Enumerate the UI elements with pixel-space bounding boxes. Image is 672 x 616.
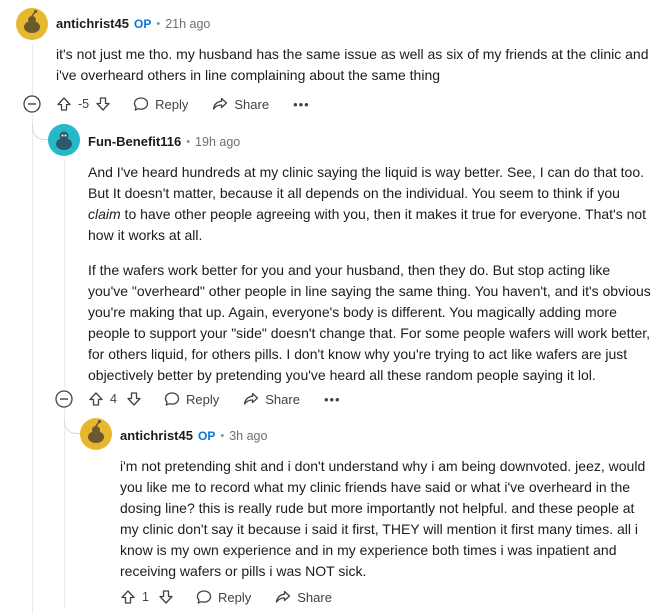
arrow-down-icon[interactable] <box>158 589 174 605</box>
share-button[interactable]: Share <box>243 391 300 407</box>
comment-paragraph: i'm not pretending shit and i don't unde… <box>120 458 646 579</box>
arrow-down-icon[interactable] <box>126 391 142 407</box>
arrow-up-icon[interactable] <box>120 589 136 605</box>
collapse-minus-icon[interactable] <box>55 390 73 408</box>
op-badge: OP <box>197 428 216 443</box>
comment-author[interactable]: antichrist45 <box>56 16 129 31</box>
share-arrow-icon <box>243 391 259 407</box>
separator-dot: • <box>186 135 191 148</box>
speech-bubble-icon <box>133 96 149 112</box>
comment-body: i'm not pretending shit and i don't unde… <box>120 456 654 582</box>
avatar[interactable] <box>48 124 80 156</box>
arrow-up-icon[interactable] <box>88 391 104 407</box>
vote-controls: -5 <box>56 96 111 112</box>
arrow-down-icon[interactable] <box>95 96 111 112</box>
vote-controls: 4 <box>88 391 142 407</box>
share-label: Share <box>297 589 332 605</box>
comment-time[interactable]: 21h ago <box>165 17 210 31</box>
vote-score: -5 <box>78 97 90 111</box>
thread-connector <box>64 418 80 434</box>
comment-paragraph: And I've heard hundreds at my clinic say… <box>88 164 647 243</box>
avatar[interactable] <box>16 8 48 40</box>
comment-author[interactable]: Fun-Benefit116 <box>88 134 181 149</box>
comment-actions: 1 Reply Share <box>120 589 356 605</box>
separator-dot: • <box>156 17 161 30</box>
collapse-minus-icon[interactable] <box>23 95 41 113</box>
vote-score: 4 <box>110 392 117 406</box>
vote-controls: 1 <box>120 589 174 605</box>
share-label: Share <box>265 391 300 407</box>
share-button[interactable]: Share <box>275 589 332 605</box>
reply-button[interactable]: Reply <box>196 589 251 605</box>
arrow-up-icon[interactable] <box>56 96 72 112</box>
thread-connector <box>32 124 48 140</box>
separator-dot: • <box>220 429 225 442</box>
ellipsis-icon[interactable]: ••• <box>324 392 341 407</box>
reply-label: Reply <box>155 96 189 112</box>
vote-score: 1 <box>142 590 149 604</box>
op-badge: OP <box>133 16 152 31</box>
comment-body: it's not just me tho. my husband has the… <box>56 44 656 86</box>
reply-label: Reply <box>186 391 220 407</box>
reply-button[interactable]: Reply <box>164 391 219 407</box>
avatar[interactable] <box>80 418 112 450</box>
thread-line-level-2-lower <box>64 408 65 608</box>
share-arrow-icon <box>275 589 291 605</box>
comment-author[interactable]: antichrist45 <box>120 428 193 443</box>
share-button[interactable]: Share <box>212 96 269 112</box>
reply-label: Reply <box>218 589 252 605</box>
comment-paragraph: If the wafers work better for you and yo… <box>88 262 651 383</box>
thread-line-level-1-lower <box>32 114 33 614</box>
share-label: Share <box>234 96 270 112</box>
comment-time[interactable]: 19h ago <box>195 135 240 149</box>
ellipsis-icon[interactable]: ••• <box>293 97 310 112</box>
comment-time[interactable]: 3h ago <box>229 429 267 443</box>
speech-bubble-icon <box>196 589 212 605</box>
share-arrow-icon <box>212 96 228 112</box>
emphasis-text: claim <box>88 206 121 222</box>
reply-button[interactable]: Reply <box>133 96 188 112</box>
thread-line-level-2 <box>64 160 65 388</box>
comment-actions: 4 Reply Share ••• <box>88 391 341 407</box>
comment-actions: -5 Reply Share ••• <box>56 96 310 112</box>
comment-paragraph: it's not just me tho. my husband has the… <box>56 46 649 83</box>
speech-bubble-icon <box>164 391 180 407</box>
comment-body: And I've heard hundreds at my clinic say… <box>88 162 654 386</box>
